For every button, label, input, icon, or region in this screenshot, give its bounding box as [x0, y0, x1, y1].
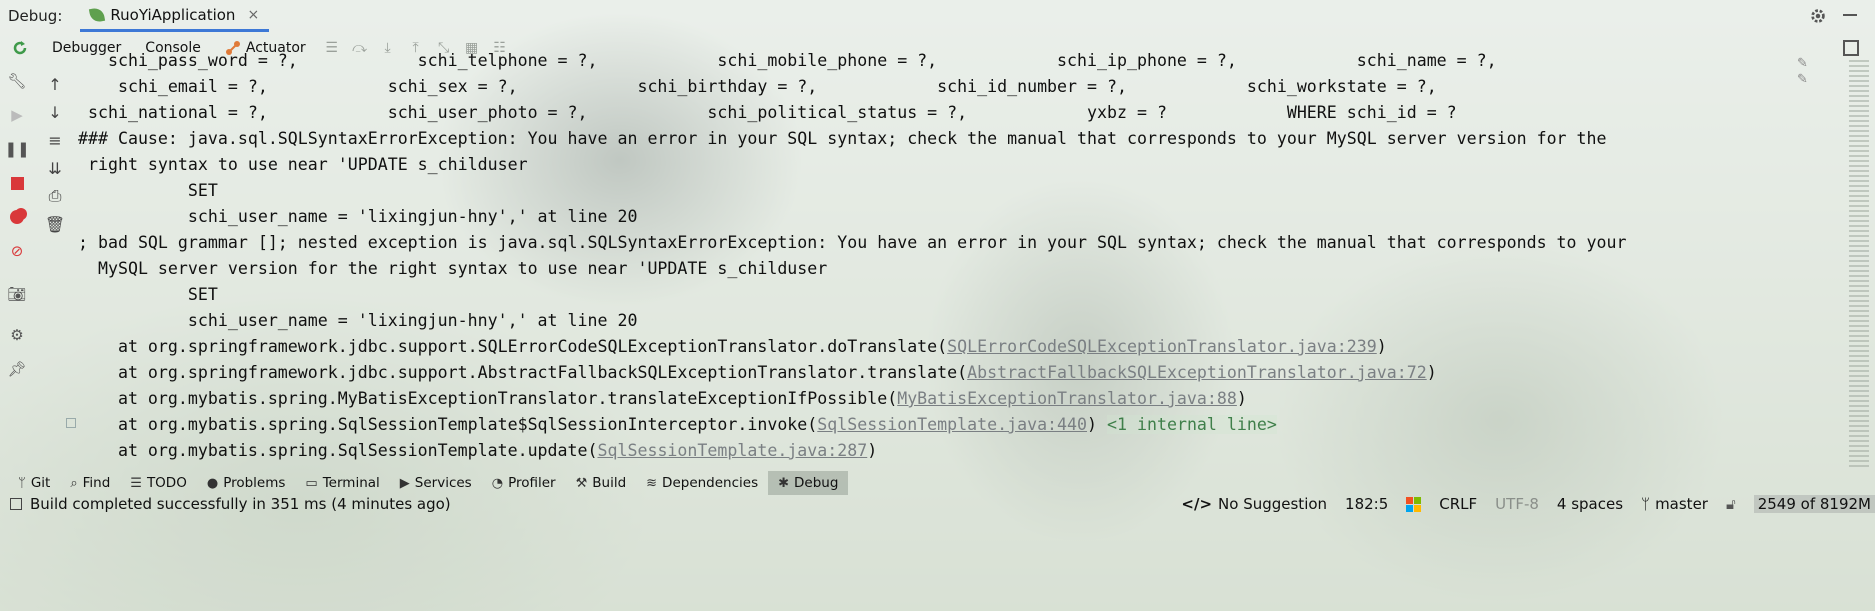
tool-tab-dependencies[interactable]: ≋ Dependencies: [636, 471, 768, 495]
tool-tab-todo[interactable]: ☰ TODO: [120, 471, 197, 495]
arrow-up-icon[interactable]: ↑: [45, 74, 65, 94]
tab-ruoyi-application[interactable]: RuoYiApplication ×: [80, 0, 270, 32]
print-icon[interactable]: ⎙: [45, 186, 65, 206]
console-line: schi_user_name = 'lixingjun-hny',' at li…: [78, 207, 638, 226]
console-output[interactable]: schi_pass_word = ?, schi_telphone = ?, s…: [78, 48, 1838, 468]
soft-wrap-icon[interactable]: ≡: [45, 130, 65, 150]
arrow-down-icon[interactable]: ↓: [45, 102, 65, 122]
line-separator[interactable]: CRLF: [1439, 495, 1477, 513]
console-line: SET: [78, 181, 218, 200]
tool-tab-profiler[interactable]: ◔ Profiler: [482, 471, 566, 495]
stop-icon[interactable]: [7, 173, 27, 193]
tool-tab-debug[interactable]: ✱ Debug: [768, 471, 849, 495]
bug-icon: ✱: [778, 475, 790, 491]
source-link[interactable]: SqlSessionTemplate.java:440: [817, 415, 1087, 434]
settings-icon[interactable]: ⚙: [7, 325, 27, 345]
hide-icon[interactable]: [1843, 14, 1857, 16]
profiler-icon: ◔: [491, 475, 504, 491]
tool-tab-git[interactable]: ᛘ Git: [8, 471, 60, 495]
wrench-icon[interactable]: 🔧︎: [7, 71, 27, 91]
mute-breakpoints-icon[interactable]: ⊘: [7, 241, 27, 261]
tab-label: RuoYiApplication: [110, 5, 236, 24]
console-line: right syntax to use near 'UPDATE s_child…: [78, 155, 528, 174]
console-line: ### Cause: java.sql.SQLSyntaxErrorExcept…: [78, 129, 1607, 148]
trash-icon[interactable]: 🗑︎: [45, 214, 65, 234]
console-line: schi_user_name = 'lixingjun-hny',' at li…: [78, 311, 638, 330]
indent-setting[interactable]: 4 spaces: [1557, 495, 1623, 513]
scroll-to-end-icon[interactable]: ⇊: [45, 158, 65, 178]
tool-tab-build[interactable]: ⚒ Build: [566, 471, 637, 495]
status-bar: Build completed successfully in 351 ms (…: [0, 495, 1875, 515]
git-branch-icon: ᛘ: [18, 475, 26, 491]
stack-frame: at org.springframework.jdbc.support.Abst…: [78, 363, 1437, 382]
suggestion-widget[interactable]: </> No Suggestion: [1181, 495, 1327, 513]
spring-leaf-icon: [89, 6, 106, 23]
camera-icon[interactable]: 📷︎: [7, 284, 27, 304]
edit-marker-icon: ✎: [1797, 72, 1808, 87]
tool-window-bar: ᛘ Git ⌕ Find ☰ TODO ● Problems ▭ Terminal ▶ Se…: [0, 471, 1875, 495]
internal-lines-toggle[interactable]: <1 internal line>: [1107, 415, 1277, 434]
status-panel-icon[interactable]: [10, 498, 22, 510]
stack-frame: at org.mybatis.spring.SqlSessionTemplate…: [78, 441, 878, 460]
tool-tab-terminal[interactable]: ▭ Terminal: [295, 471, 389, 495]
scrollbar-markers[interactable]: [1849, 60, 1869, 470]
lock-icon[interactable]: 🔓︎: [1726, 495, 1736, 513]
file-encoding[interactable]: UTF-8: [1495, 495, 1539, 513]
source-link[interactable]: SqlSessionTemplate.java:287: [598, 441, 868, 460]
gear-icon[interactable]: [1809, 7, 1827, 25]
caret-position[interactable]: 182:5: [1345, 495, 1388, 513]
code-icon: </>: [1181, 495, 1213, 513]
resume-icon[interactable]: ▶: [7, 105, 27, 125]
pin-icon[interactable]: 📌︎: [7, 359, 27, 379]
fold-marker[interactable]: [66, 418, 76, 428]
git-branch[interactable]: ᛘ master: [1641, 495, 1708, 513]
source-link[interactable]: SQLErrorCodeSQLExceptionTranslator.java:…: [947, 337, 1377, 356]
rerun-icon[interactable]: [11, 39, 29, 57]
console-actions-bar: ↑ ↓ ≡ ⇊ ⎙ 🗑︎: [42, 70, 68, 270]
console-line: schi_pass_word = ?, schi_telphone = ?, s…: [78, 51, 1497, 70]
stack-frame: at org.mybatis.spring.SqlSessionTemplate…: [78, 415, 1277, 434]
debug-label: Debug:: [8, 7, 63, 25]
debug-tool-window-header: Debug: RuoYiApplication ×: [0, 0, 1875, 32]
list-icon: ☰: [130, 475, 142, 491]
stack-frame: at org.mybatis.spring.MyBatisExceptionTr…: [78, 389, 1247, 408]
stack-frame: at org.springframework.jdbc.support.SQLE…: [78, 337, 1387, 356]
play-icon: ▶: [399, 475, 410, 491]
view-breakpoints-icon[interactable]: [7, 207, 27, 227]
console-line: ; bad SQL grammar []; nested exception i…: [78, 233, 1627, 252]
console-line: schi_national = ?, schi_user_photo = ?, …: [78, 103, 1457, 122]
console-line: schi_email = ?, schi_sex = ?, schi_birth…: [78, 77, 1437, 96]
close-icon[interactable]: ×: [247, 7, 259, 23]
build-status-message[interactable]: Build completed successfully in 351 ms (…: [30, 495, 451, 513]
debug-actions-bar: 🔧︎ ▶ ❚❚ ⊘ 📷︎ ⚙ 📌︎: [0, 64, 34, 464]
terminal-icon: ▭: [305, 475, 318, 491]
info-icon: ●: [206, 475, 219, 491]
edit-marker-icon: ✎: [1797, 56, 1808, 71]
search-icon: ⌕: [70, 475, 78, 491]
windows-icon: [1406, 496, 1422, 512]
source-link[interactable]: AbstractFallbackSQLExceptionTranslator.j…: [967, 363, 1427, 382]
console-line: MySQL server version for the right synta…: [78, 259, 828, 278]
hammer-icon: ⚒: [575, 475, 588, 491]
tool-tab-find[interactable]: ⌕ Find: [60, 471, 120, 495]
memory-indicator[interactable]: 2549 of 8192M: [1753, 495, 1875, 513]
source-link[interactable]: MyBatisExceptionTranslator.java:88: [897, 389, 1237, 408]
tool-tab-services[interactable]: ▶ Services: [390, 471, 482, 495]
branch-icon: ᛘ: [1641, 495, 1651, 513]
pause-icon[interactable]: ❚❚: [4, 139, 29, 159]
tool-tab-problems[interactable]: ● Problems: [197, 471, 296, 495]
console-line: SET: [78, 285, 218, 304]
layout-icon[interactable]: [1843, 40, 1859, 56]
layers-icon: ≋: [646, 475, 658, 491]
